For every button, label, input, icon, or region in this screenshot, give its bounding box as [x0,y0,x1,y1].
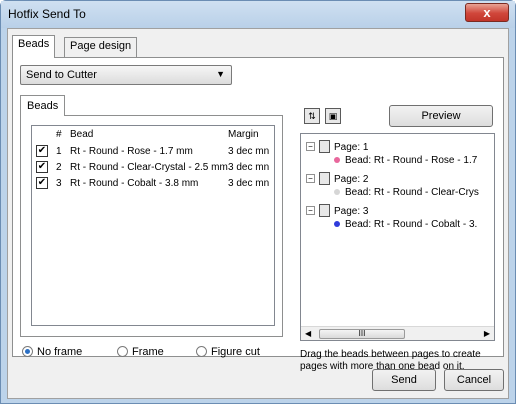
preview-button[interactable]: Preview [389,105,493,127]
radio-icon [117,346,128,357]
tab-beads[interactable]: Beads [12,35,56,58]
tab-beads-inner[interactable]: Beads [20,95,66,116]
radio-no-frame[interactable]: No frame [22,346,82,358]
send-button[interactable]: Send [372,369,436,391]
row-checkbox[interactable]: ✔ [36,161,48,173]
window-title: Hotfix Send To [8,7,86,21]
tree-page-label: Page: 1 [334,142,369,153]
title-bar[interactable]: Hotfix Send To x [1,1,515,28]
column-header-bead[interactable]: Bead [70,129,93,140]
page-tree: − Page: 1 Bead: Rt - Round - Rose - 1.7 −… [300,133,495,341]
beads-tab-panel: Send to Cutter ▼ Beads # Bead Margin ✔ 1… [12,57,504,372]
bead-list: # Bead Margin ✔ 1 Rt - Round - Rose - 1.… [31,125,275,326]
row-checkbox[interactable]: ✔ [36,177,48,189]
tree-page-1[interactable]: − Page: 1 [306,140,368,153]
column-header-num[interactable]: # [56,129,62,140]
cancel-button[interactable]: Cancel [444,369,504,391]
radio-label: Frame [132,346,164,358]
row-bead: Rt - Round - Rose - 1.7 mm [70,146,193,157]
row-margin: 3 dec mn [228,178,270,189]
column-header-margin[interactable]: Margin [228,129,259,140]
radio-icon [196,346,207,357]
tree-page-label: Page: 3 [334,206,369,217]
row-num: 3 [56,178,62,189]
tree-horizontal-scrollbar[interactable]: ◀ III ▶ [301,326,494,340]
table-row[interactable]: ✔ 3 Rt - Round - Cobalt - 3.8 mm 3 dec m… [32,176,274,192]
radio-label: Figure cut [211,346,260,358]
row-num: 1 [56,146,62,157]
tree-bead-1[interactable]: Bead: Rt - Round - Rose - 1.7 [334,155,477,166]
tree-bead-3[interactable]: Bead: Rt - Round - Cobalt - 3. [334,219,477,230]
beads-inner-panel: # Bead Margin ✔ 1 Rt - Round - Rose - 1.… [20,115,283,337]
row-bead: Rt - Round - Cobalt - 3.8 mm [70,178,199,189]
chevron-down-icon: ▼ [216,69,225,79]
row-bead: Rt - Round - Clear-Crystal - 2.5 mm [70,162,228,173]
page-icon [319,172,330,185]
bead-color-icon [334,189,340,195]
tab-page-design[interactable]: Page design [64,37,138,58]
scrollbar-thumb[interactable]: III [319,329,405,339]
tree-bead-2[interactable]: Bead: Rt - Round - Clear-Crys [334,187,479,198]
tree-page-3[interactable]: − Page: 3 [306,204,368,217]
close-button[interactable]: x [465,3,509,22]
bead-color-icon [334,157,340,163]
bead-list-header: # Bead Margin [32,126,274,144]
add-page-icon[interactable]: ▣ [325,108,341,124]
arrange-beads-icon[interactable]: ⇅ [304,108,320,124]
page-icon [319,204,330,217]
tree-bead-label: Bead: Rt - Round - Rose - 1.7 [345,155,478,166]
row-checkbox[interactable]: ✔ [36,145,48,157]
radio-selected-icon [22,346,33,357]
row-margin: 3 dec mn [228,146,270,157]
table-row[interactable]: ✔ 2 Rt - Round - Clear-Crystal - 2.5 mm … [32,160,274,176]
scroll-left-icon[interactable]: ◀ [305,329,311,338]
tree-page-label: Page: 2 [334,174,369,185]
radio-frame[interactable]: Frame [117,346,164,358]
table-row[interactable]: ✔ 1 Rt - Round - Rose - 1.7 mm 3 dec mn [32,144,274,160]
row-num: 2 [56,162,62,173]
tree-bead-label: Bead: Rt - Round - Clear-Crys [345,187,479,198]
dialog-client: Beads Page design Send to Cutter ▼ Beads… [7,28,509,399]
dialog-window: Hotfix Send To x Beads Page design Send … [0,0,516,404]
collapse-icon[interactable]: − [306,142,315,151]
radio-figure-cut[interactable]: Figure cut [196,346,260,358]
collapse-icon[interactable]: − [306,206,315,215]
collapse-icon[interactable]: − [306,174,315,183]
row-margin: 3 dec mn [228,162,270,173]
page-icon [319,140,330,153]
close-icon: x [483,5,491,20]
tree-page-2[interactable]: − Page: 2 [306,172,368,185]
bead-color-icon [334,221,340,227]
send-to-value: Send to Cutter [26,69,97,81]
scroll-right-icon[interactable]: ▶ [484,329,490,338]
radio-label: No frame [37,346,83,358]
send-to-dropdown[interactable]: Send to Cutter ▼ [20,65,232,85]
tree-bead-label: Bead: Rt - Round - Cobalt - 3. [345,219,478,230]
